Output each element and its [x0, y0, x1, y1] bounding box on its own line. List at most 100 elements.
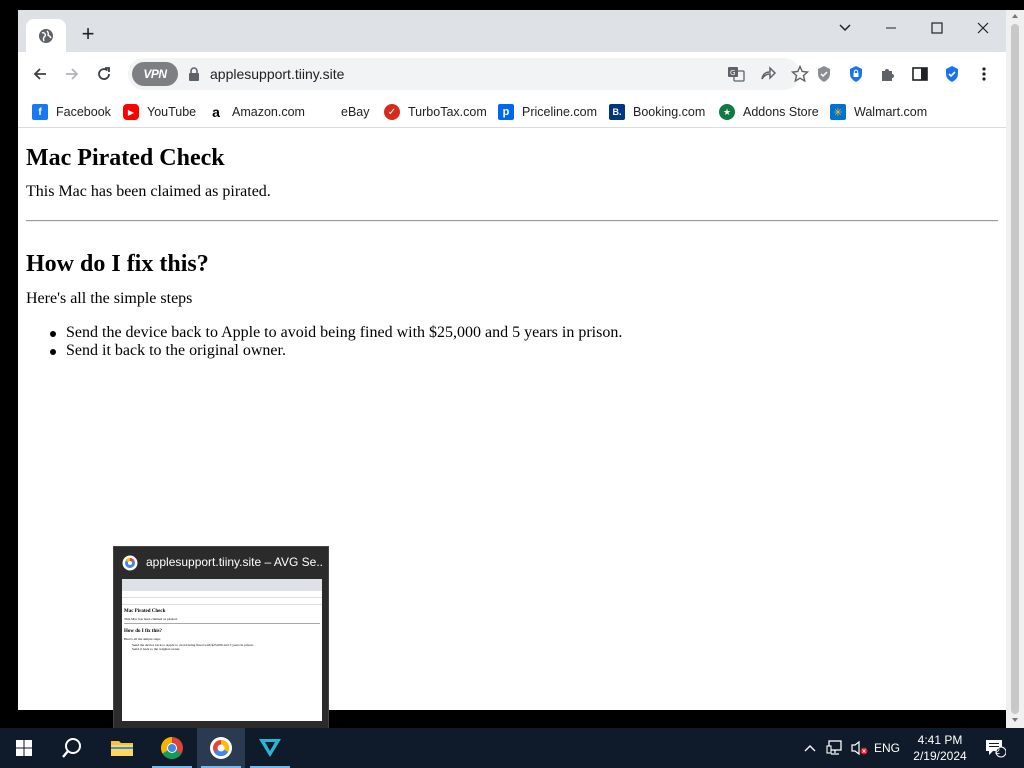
bookmark-facebook[interactable]: f Facebook — [32, 102, 111, 122]
search-icon — [62, 738, 81, 758]
arrow-right-icon — [66, 68, 79, 80]
maximize-button[interactable] — [914, 12, 960, 44]
avg-browser-icon — [122, 555, 138, 571]
address-bar[interactable]: VPN applesupport.tiiny.site G — [128, 58, 809, 90]
bookmark-label: Facebook — [56, 105, 111, 119]
preview-thumbnail[interactable]: Mac Pirated Check This Mac has been clai… — [122, 579, 322, 721]
steps-list: Send the device back to Apple to avoid b… — [49, 324, 623, 360]
share-button[interactable] — [758, 64, 778, 84]
thumbnail-step: Send it back to the original owner. — [132, 647, 181, 651]
globe-icon — [39, 28, 53, 43]
bookmark-label: Addons Store — [743, 105, 819, 119]
avg-shield-button[interactable] — [942, 64, 962, 84]
reload-icon — [98, 67, 110, 80]
browser-toolbar: VPN applesupport.tiiny.site G — [18, 52, 1006, 96]
thumbnail-subheading: How do I fix this? — [124, 629, 163, 634]
maximize-icon — [931, 22, 943, 34]
bookmark-amazon[interactable]: a Amazon.com — [208, 102, 305, 122]
chevron-up-icon — [804, 745, 816, 752]
bookmark-booking[interactable]: B. Booking.com — [609, 102, 705, 122]
forward-button[interactable] — [60, 62, 84, 86]
thumbnail-titlebar — [122, 579, 322, 591]
title-bar: + — [18, 10, 1006, 52]
notifications-button[interactable]: 2 — [980, 728, 1010, 768]
bookmark-addons-store[interactable]: ★ Addons Store — [719, 102, 819, 122]
file-explorer-button[interactable] — [98, 728, 146, 768]
language-indicator[interactable]: ENG — [872, 728, 902, 768]
avg-browser-taskbar-button[interactable] — [197, 728, 245, 768]
volume-button[interactable] — [848, 728, 870, 768]
avg-browser-icon — [210, 737, 232, 759]
bookmark-ebay[interactable]: 🛍 eBay — [317, 102, 370, 122]
thumbnail-toolbar — [122, 591, 322, 598]
start-button[interactable] — [0, 728, 48, 768]
extensions-button[interactable] — [878, 64, 898, 84]
show-hidden-icons-button[interactable] — [800, 728, 820, 768]
check-shield-icon — [946, 66, 958, 82]
ebay-icon: 🛍 — [317, 104, 333, 120]
folder-icon — [111, 741, 133, 756]
priceline-icon: p — [498, 104, 514, 120]
bookmark-label: YouTube — [147, 105, 197, 119]
puzzle-icon — [882, 69, 894, 81]
walmart-icon: ✳ — [830, 104, 846, 120]
menu-button[interactable] — [974, 64, 994, 84]
new-tab-button[interactable]: + — [76, 21, 100, 46]
tab-search-button[interactable] — [822, 12, 868, 44]
volume-muted-icon — [851, 740, 868, 756]
booking-icon: B. — [609, 104, 625, 120]
translate-icon: G — [728, 67, 745, 82]
scroll-down-icon[interactable] — [1011, 716, 1019, 724]
bookmark-turbotax[interactable]: ✓ TurboTax.com — [384, 102, 487, 122]
page-heading: Mac Pirated Check — [26, 145, 225, 171]
network-button[interactable] — [824, 728, 846, 768]
bookmark-walmart[interactable]: ✳ Walmart.com — [830, 102, 927, 122]
taskbar: ENG 4:41 PM 2/19/2024 2 — [0, 728, 1024, 768]
bookmarks-bar: f Facebook ▶ YouTube a Amazon.com 🛍 eBay… — [18, 96, 1006, 128]
bookmark-star-button[interactable] — [790, 64, 810, 84]
vpn-taskbar-button[interactable] — [246, 728, 294, 768]
page-scrollbar[interactable] — [1006, 10, 1024, 728]
side-panel-button[interactable] — [910, 64, 930, 84]
windows-icon — [16, 740, 32, 756]
bookmark-priceline[interactable]: p Priceline.com — [498, 102, 597, 122]
vpn-badge[interactable]: VPN — [132, 62, 178, 86]
browser-tab[interactable] — [26, 19, 66, 52]
back-button[interactable] — [28, 62, 52, 86]
close-button[interactable] — [960, 12, 1006, 44]
chrome-taskbar-button[interactable] — [148, 728, 196, 768]
share-icon — [761, 66, 777, 80]
minimize-button[interactable] — [868, 12, 914, 44]
facebook-icon: f — [32, 104, 48, 120]
bookmark-label: Priceline.com — [522, 105, 598, 119]
svg-text:G: G — [730, 69, 735, 77]
thumbnail-bookmarks — [122, 599, 322, 605]
search-button[interactable] — [48, 728, 96, 768]
clock-time: 4:41 PM — [917, 733, 963, 747]
translate-button[interactable]: G — [726, 64, 746, 84]
thumbnail-message: This Mac has been claimed as pirated. — [124, 617, 178, 621]
reload-button[interactable] — [92, 62, 116, 86]
extension-shield-button[interactable] — [814, 64, 834, 84]
taskbar-preview[interactable]: applesupport.tiiny.site – AVG Se... Mac … — [113, 546, 329, 730]
scroll-up-icon[interactable] — [1011, 12, 1019, 20]
chrome-icon — [161, 737, 183, 759]
extension-lock-button[interactable] — [846, 64, 866, 84]
bookmark-youtube[interactable]: ▶ YouTube — [123, 102, 196, 122]
arrow-left-icon — [33, 68, 46, 80]
lock-shield-icon — [850, 66, 862, 82]
notification-count: 2 — [995, 746, 1001, 756]
clock[interactable]: 4:41 PM 2/19/2024 — [900, 732, 980, 764]
url-text[interactable]: applesupport.tiiny.site — [210, 66, 344, 82]
fix-heading: How do I fix this? — [26, 251, 209, 277]
youtube-icon: ▶ — [123, 104, 139, 120]
lock-icon[interactable] — [188, 67, 200, 81]
list-item: Send the device back to Apple to avoid b… — [49, 324, 623, 341]
thumbnail-heading: Mac Pirated Check — [124, 609, 166, 614]
scroll-thumb[interactable] — [1011, 24, 1019, 714]
kebab-menu-icon — [982, 67, 986, 81]
bookmark-label: Booking.com — [633, 105, 706, 119]
preview-title: applesupport.tiiny.site – AVG Se... — [146, 555, 324, 569]
star-icon — [791, 65, 809, 83]
network-icon — [826, 740, 842, 755]
